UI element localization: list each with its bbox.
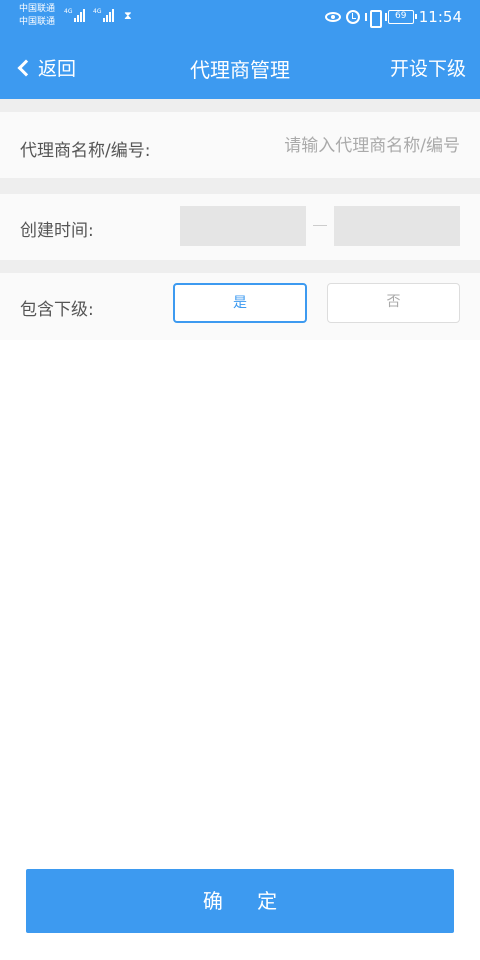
divider	[0, 99, 480, 112]
confirm-button[interactable]: 确 定	[26, 869, 454, 933]
clock-time: 11:54	[418, 8, 462, 26]
signal-icon-2: 4G	[93, 8, 115, 22]
network-type-2: 4G	[93, 8, 102, 15]
hourglass-icon: ⧗	[124, 9, 132, 22]
vibrate-icon	[364, 10, 387, 28]
start-date-field[interactable]	[180, 206, 306, 246]
nav-bar: 返回 代理商管理 开设下级	[0, 36, 480, 99]
created-time-label: 创建时间:	[20, 221, 94, 241]
date-range-dash	[313, 225, 327, 226]
battery-icon: 69	[387, 10, 417, 24]
carrier-info: 中国联通 中国联通	[19, 3, 55, 29]
app-header: 中国联通 中国联通 4G 4G ⧗ 69 11:54 返回 代理商管理 开设下级	[0, 0, 480, 99]
divider	[0, 178, 480, 194]
divider	[0, 260, 480, 273]
agent-name-label: 代理商名称/编号:	[20, 141, 151, 161]
option-no-button[interactable]: 否	[327, 283, 460, 323]
end-date-field[interactable]	[334, 206, 460, 246]
carrier-1: 中国联通	[19, 4, 56, 14]
open-subagent-button[interactable]: 开设下级	[390, 54, 466, 81]
agent-name-input[interactable]	[200, 134, 460, 158]
created-time-row: 创建时间:	[0, 194, 480, 260]
chevron-left-icon	[17, 59, 35, 76]
carrier-2: 中国联通	[19, 17, 56, 27]
status-right: 69 11:54	[324, 8, 462, 28]
agent-name-row: 代理商名称/编号:	[0, 112, 480, 178]
option-yes-button[interactable]: 是	[173, 283, 307, 323]
back-label: 返回	[38, 58, 77, 80]
back-button[interactable]: 返回	[16, 54, 76, 81]
include-sub-label: 包含下级:	[20, 300, 94, 320]
network-type-1: 4G	[64, 8, 73, 15]
alarm-icon	[345, 10, 360, 24]
eye-comfort-icon	[324, 12, 341, 22]
include-sub-row: 包含下级: 是 否	[0, 273, 480, 340]
signal-icon-1: 4G	[64, 8, 86, 22]
status-bar: 中国联通 中国联通 4G 4G ⧗ 69 11:54	[0, 0, 480, 36]
